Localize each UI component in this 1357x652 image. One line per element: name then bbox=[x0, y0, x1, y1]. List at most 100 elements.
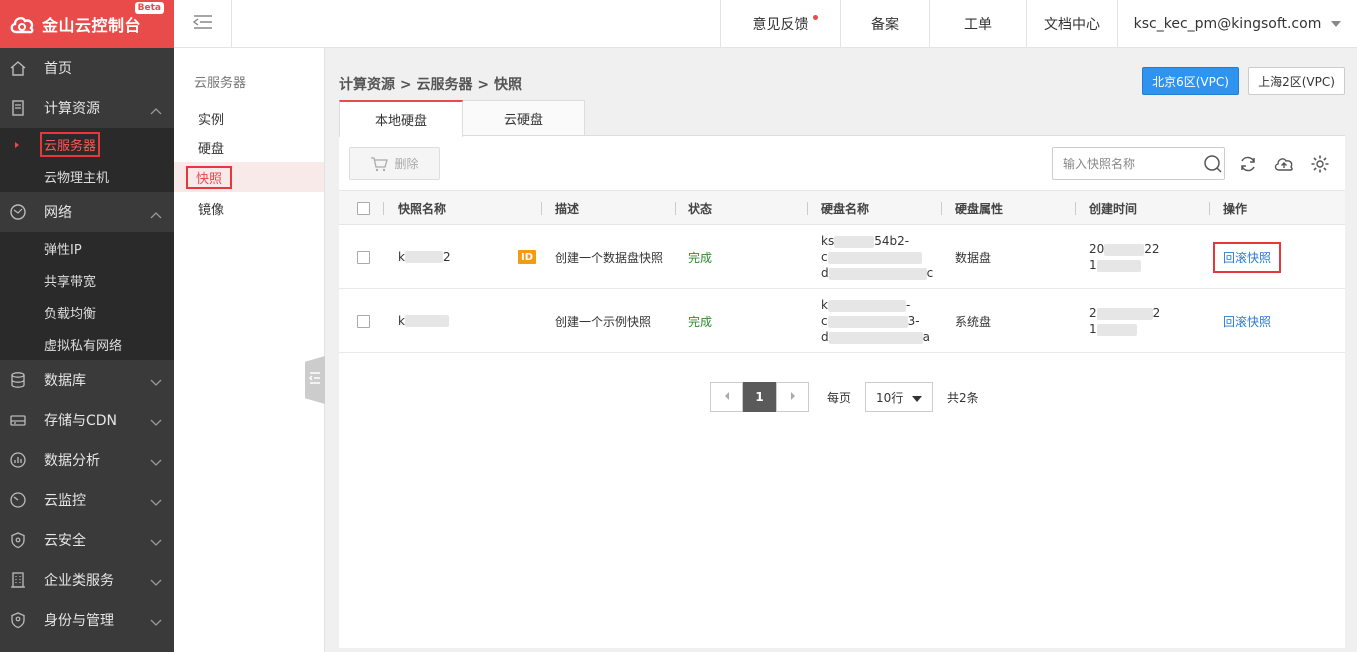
disk-text: 54b2- bbox=[874, 234, 910, 248]
chevron-down-icon bbox=[150, 535, 162, 551]
redacted-block bbox=[834, 235, 875, 248]
ticket-link[interactable]: 工单 bbox=[929, 0, 1026, 48]
region-button-shanghai2[interactable]: 上海2区(VPC) bbox=[1248, 67, 1345, 95]
search-input[interactable] bbox=[1063, 156, 1203, 171]
sidebar-item-cloud-server[interactable]: 云服务器 bbox=[0, 128, 174, 160]
secondary-label: 镜像 bbox=[198, 202, 225, 218]
column-header-description[interactable]: 描述 bbox=[555, 191, 579, 226]
sidebar-label: 首页 bbox=[44, 61, 72, 77]
column-separator bbox=[1075, 202, 1076, 215]
column-header-disk-attribute[interactable]: 硬盘属性 bbox=[955, 191, 1003, 226]
sidebar-item-compute[interactable]: 计算资源 bbox=[0, 88, 174, 128]
disk-name: ks 54b2- c dc bbox=[821, 225, 933, 289]
snapshot-description: 创建一个数据盘快照 bbox=[555, 250, 664, 265]
sidebar-label: 共享带宽 bbox=[44, 274, 97, 290]
top-bar: 金山云控制台 Beta 意见反馈 备案 工单 文档中心 ksc_kec_pm@k… bbox=[0, 0, 1357, 48]
prev-page-button[interactable] bbox=[710, 382, 743, 412]
user-menu[interactable]: ksc_kec_pm@kingsoft.com bbox=[1117, 0, 1357, 48]
search-icon[interactable] bbox=[1203, 154, 1223, 174]
page-number-button[interactable]: 1 bbox=[743, 382, 776, 412]
chevron-down-icon bbox=[150, 495, 162, 511]
select-all-checkbox[interactable] bbox=[357, 191, 370, 226]
row-checkbox[interactable] bbox=[357, 225, 370, 289]
disk-text: c bbox=[926, 266, 934, 280]
cloud-upload-icon[interactable] bbox=[1273, 153, 1295, 175]
sidebar-label: 计算资源 bbox=[44, 101, 100, 117]
column-separator bbox=[541, 202, 542, 215]
sidebar-item-database[interactable]: 数据库 bbox=[0, 360, 174, 400]
per-page-select[interactable]: 10行 bbox=[865, 382, 934, 412]
tab-local-disk[interactable]: 本地硬盘 bbox=[339, 100, 463, 137]
shield-icon bbox=[8, 530, 28, 550]
rollback-snapshot-link[interactable]: 回滚快照 bbox=[1213, 241, 1282, 273]
disk-attribute: 系统盘 bbox=[955, 314, 992, 329]
secondary-item-snapshots[interactable]: 快照 bbox=[174, 162, 324, 192]
chevron-down-icon bbox=[150, 415, 162, 431]
cloud-logo-icon bbox=[6, 10, 38, 38]
sidebar-item-network[interactable]: 网络 bbox=[0, 192, 174, 232]
secondary-item-disks[interactable]: 硬盘 bbox=[174, 132, 324, 162]
sidebar-label: 负载均衡 bbox=[44, 306, 97, 322]
sidebar-item-bandwidth[interactable]: 共享带宽 bbox=[0, 264, 174, 296]
column-header-status[interactable]: 状态 bbox=[688, 191, 712, 226]
sidebar-item-storage[interactable]: 存储与CDN bbox=[0, 400, 174, 440]
collapse-menu-handle[interactable] bbox=[305, 356, 325, 404]
breadcrumb: 计算资源 > 云服务器 > 快照 bbox=[339, 77, 522, 93]
tab-cloud-disk[interactable]: 云硬盘 bbox=[463, 100, 585, 136]
rollback-snapshot-link[interactable]: 回滚快照 bbox=[1223, 313, 1271, 330]
column-header-name[interactable]: 快照名称 bbox=[398, 191, 446, 226]
monitor-icon bbox=[8, 490, 28, 510]
row-checkbox[interactable] bbox=[357, 289, 370, 353]
notification-dot bbox=[813, 15, 818, 20]
sidebar-item-home[interactable]: 首页 bbox=[0, 48, 174, 88]
refresh-icon[interactable] bbox=[1237, 153, 1259, 175]
secondary-item-images[interactable]: 镜像 bbox=[174, 193, 324, 223]
sidebar-item-bare-metal[interactable]: 云物理主机 bbox=[0, 160, 174, 192]
snapshot-status: 完成 bbox=[688, 250, 713, 265]
docs-link[interactable]: 文档中心 bbox=[1026, 0, 1117, 48]
delete-label: 删除 bbox=[394, 157, 419, 171]
snapshot-table: 快照名称 描述 状态 硬盘名称 硬盘属性 创建时间 操作 k2 ID 创建一个数… bbox=[339, 190, 1345, 353]
pagination: 1 每页 10行 共2条 bbox=[710, 382, 979, 412]
sidebar-label: 网络 bbox=[44, 205, 72, 221]
time-text: 2 bbox=[1089, 306, 1097, 320]
sidebar-label: 存储与CDN bbox=[44, 413, 118, 429]
sidebar-label: 云物理主机 bbox=[44, 170, 110, 186]
sidebar-item-analytics[interactable]: 数据分析 bbox=[0, 440, 174, 480]
sidebar-item-monitor[interactable]: 云监控 bbox=[0, 480, 174, 520]
column-separator bbox=[807, 202, 808, 215]
sidebar-item-iam[interactable]: 身份与管理 bbox=[0, 600, 174, 640]
column-header-created-time[interactable]: 创建时间 bbox=[1089, 191, 1137, 226]
sidebar-item-security[interactable]: 云安全 bbox=[0, 520, 174, 560]
sidebar-item-eip[interactable]: 弹性IP bbox=[0, 232, 174, 264]
secondary-item-instances[interactable]: 实例 bbox=[174, 103, 324, 133]
column-header-disk-name[interactable]: 硬盘名称 bbox=[821, 191, 869, 226]
chevron-up-icon bbox=[150, 103, 162, 119]
disk-text: ks bbox=[821, 234, 835, 248]
redacted-block bbox=[1104, 243, 1145, 256]
logo[interactable]: 金山云控制台 Beta bbox=[0, 0, 174, 48]
table-row: k2 ID 创建一个数据盘快照 完成 ks 54b2- c dc 数据盘 20 22… bbox=[339, 225, 1345, 289]
ticket-label: 工单 bbox=[964, 17, 992, 33]
table-row: k 创建一个示例快照 完成 k - c 3- d a 系统盘 2 2 1 回滚快照 bbox=[339, 289, 1345, 353]
menu-collapse-icon bbox=[192, 14, 213, 34]
snapshot-name: k2 bbox=[398, 225, 451, 289]
menu-toggle-button[interactable] bbox=[174, 0, 232, 48]
docs-label: 文档中心 bbox=[1044, 17, 1100, 33]
delete-button[interactable]: 删除 bbox=[349, 147, 440, 180]
beian-link[interactable]: 备案 bbox=[840, 0, 929, 48]
next-page-button[interactable] bbox=[776, 382, 809, 412]
id-badge-cell[interactable]: ID bbox=[518, 225, 536, 289]
region-button-beijing6[interactable]: 北京6区(VPC) bbox=[1142, 67, 1239, 95]
home-icon bbox=[8, 58, 28, 78]
building-icon bbox=[8, 570, 28, 590]
beta-badge: Beta bbox=[134, 2, 164, 14]
time-text: 20 bbox=[1089, 242, 1105, 256]
sidebar-item-vpc[interactable]: 虚拟私有网络 bbox=[0, 328, 174, 360]
feedback-link[interactable]: 意见反馈 bbox=[720, 0, 840, 48]
sidebar-item-slb[interactable]: 负载均衡 bbox=[0, 296, 174, 328]
disk-attribute: 数据盘 bbox=[955, 250, 992, 265]
gear-icon[interactable] bbox=[1309, 153, 1331, 175]
compute-submenu: 云服务器 云物理主机 bbox=[0, 128, 174, 192]
sidebar-item-enterprise[interactable]: 企业类服务 bbox=[0, 560, 174, 600]
